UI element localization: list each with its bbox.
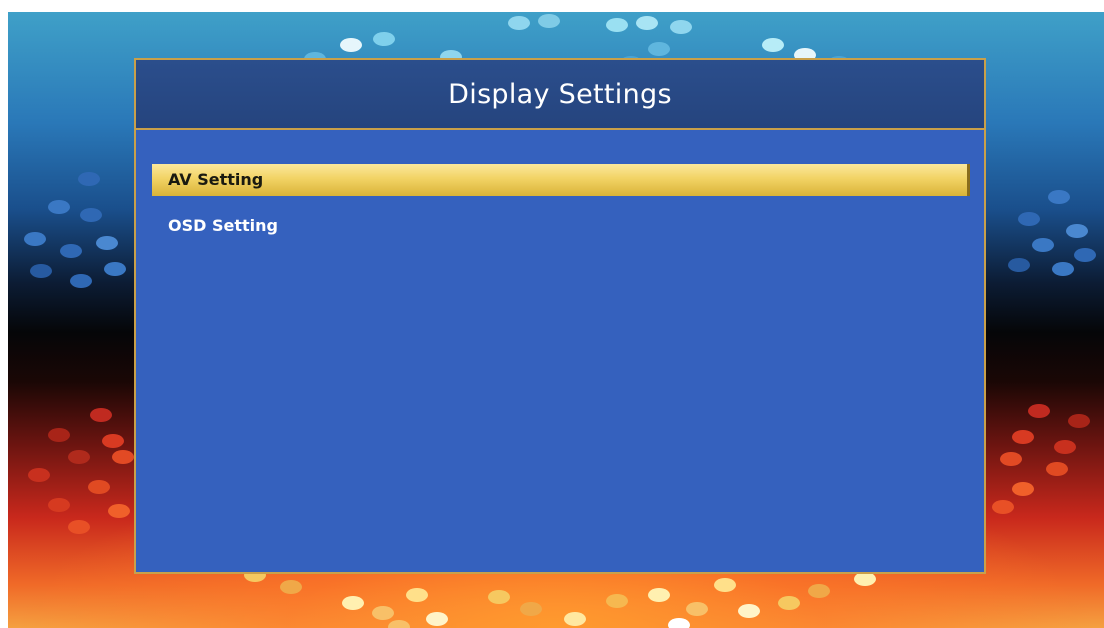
bokeh-dot — [508, 16, 530, 30]
bokeh-dot — [1052, 262, 1074, 276]
bokeh-dot — [1028, 404, 1050, 418]
bokeh-dot — [280, 580, 302, 594]
bokeh-dot — [388, 620, 410, 628]
bokeh-dot — [88, 480, 110, 494]
bokeh-dot — [714, 578, 736, 592]
panel-header: Display Settings — [136, 60, 984, 130]
bokeh-dot — [68, 450, 90, 464]
bokeh-dot — [854, 572, 876, 586]
bokeh-dot — [48, 498, 70, 512]
bokeh-dot — [48, 200, 70, 214]
bokeh-dot — [778, 596, 800, 610]
bokeh-dot — [762, 38, 784, 52]
bokeh-dot — [1012, 482, 1034, 496]
bokeh-dot — [108, 504, 130, 518]
bokeh-dot — [96, 236, 118, 250]
bokeh-dot — [648, 42, 670, 56]
bokeh-dot — [48, 428, 70, 442]
menu-item-label: AV Setting — [168, 170, 264, 189]
bokeh-dot — [1068, 414, 1090, 428]
bokeh-dot — [372, 606, 394, 620]
bokeh-dot — [538, 14, 560, 28]
bokeh-dot — [606, 594, 628, 608]
page-title: Display Settings — [448, 78, 672, 110]
menu-item-label: OSD Setting — [168, 216, 278, 235]
bokeh-dot — [668, 618, 690, 628]
display-settings-panel: Display Settings AV Setting OSD Setting — [134, 58, 986, 574]
settings-menu: AV Setting OSD Setting — [152, 164, 970, 256]
bokeh-dot — [340, 38, 362, 52]
bokeh-dot — [520, 602, 542, 616]
bokeh-dot — [606, 18, 628, 32]
bokeh-dot — [808, 584, 830, 598]
bokeh-dot — [686, 602, 708, 616]
bokeh-dot — [112, 450, 134, 464]
bokeh-dot — [406, 588, 428, 602]
bokeh-dot — [78, 172, 100, 186]
menu-item-osd-setting[interactable]: OSD Setting — [152, 210, 970, 242]
bokeh-dot — [488, 590, 510, 604]
bokeh-dot — [1046, 462, 1068, 476]
bokeh-dot — [1008, 258, 1030, 272]
bokeh-dot — [992, 500, 1014, 514]
bokeh-dot — [1048, 190, 1070, 204]
bokeh-dot — [342, 596, 364, 610]
bokeh-dot — [670, 20, 692, 34]
bokeh-dot — [1012, 430, 1034, 444]
bokeh-dot — [1018, 212, 1040, 226]
bokeh-dot — [738, 604, 760, 618]
bokeh-dot — [564, 612, 586, 626]
bokeh-dot — [80, 208, 102, 222]
bokeh-dot — [104, 262, 126, 276]
bokeh-dot — [648, 588, 670, 602]
bokeh-dot — [636, 16, 658, 30]
bokeh-dot — [1074, 248, 1096, 262]
bokeh-dot — [102, 434, 124, 448]
bokeh-dot — [1000, 452, 1022, 466]
bokeh-dot — [60, 244, 82, 258]
bokeh-dot — [70, 274, 92, 288]
bokeh-dot — [28, 468, 50, 482]
menu-item-av-setting[interactable]: AV Setting — [152, 164, 970, 196]
bokeh-dot — [30, 264, 52, 278]
bokeh-dot — [1032, 238, 1054, 252]
bokeh-dot — [90, 408, 112, 422]
bokeh-dot — [373, 32, 395, 46]
bokeh-dot — [426, 612, 448, 626]
bokeh-dot — [24, 232, 46, 246]
bokeh-dot — [1066, 224, 1088, 238]
bokeh-dot — [1054, 440, 1076, 454]
tv-screen: Display Settings AV Setting OSD Setting — [8, 12, 1104, 628]
bokeh-dot — [68, 520, 90, 534]
